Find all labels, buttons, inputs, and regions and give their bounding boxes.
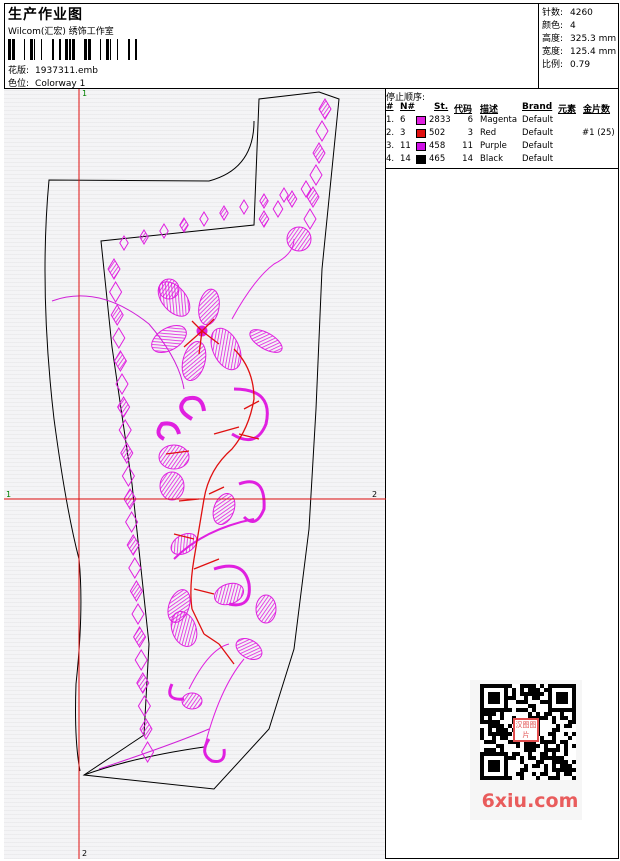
diamond-border-left [107, 258, 155, 763]
color-swatch [416, 155, 426, 164]
diamond-border-right [303, 98, 332, 230]
row-brand: Default [522, 128, 554, 138]
row-needle: 11 [400, 141, 411, 151]
stat-colors: 颜色: 4 [542, 21, 576, 31]
row-brand: Default [522, 154, 554, 164]
stats-panel: 针数: 4260 颜色: 4 高度: 325.3 mm 宽度: 125.4 mm 比例:… [539, 3, 619, 89]
color-swatch [416, 129, 426, 138]
embroidery-canvas: 1 2 1 2 [4, 89, 386, 859]
h-axis-label-left: 1 [6, 490, 11, 499]
design-file-line: 花版: 1937311.emb [8, 66, 99, 76]
barcode-icon [8, 39, 137, 60]
row-code: 14 [462, 154, 473, 164]
row-needle: 3 [400, 128, 406, 138]
row-index: 2. [386, 128, 395, 138]
row-stitches: 2833 [429, 115, 451, 125]
design-file: 1937311.emb [35, 66, 99, 76]
col-element: 元素 [558, 105, 577, 115]
stop-sequence-header: # N# St. 代码 描述 Brand 元素 金片数 [386, 102, 619, 115]
color-swatch [416, 142, 426, 151]
col-brand: Brand [522, 102, 553, 112]
row-desc: Magenta [480, 115, 518, 125]
stat-scale: 比例: 0.79 [542, 60, 591, 70]
stat-width: 宽度: 125.4 mm [542, 47, 617, 57]
color-swatch [416, 116, 426, 125]
col-stitches: St. [434, 102, 449, 112]
row-stitches: 458 [429, 141, 446, 151]
row-stitches: 465 [429, 154, 446, 164]
bottom-contour [83, 746, 205, 776]
table-row: 1. 6 2833 6 Magenta Default [386, 115, 619, 127]
col-code: 代码 [454, 105, 473, 115]
row-sequin: #1 (25) [582, 128, 615, 138]
diamond-border-top [119, 180, 312, 251]
colorway: Colorway 1 [35, 79, 86, 89]
company-name: Wilcom(汇宏) 绣饰工作室 [8, 27, 114, 37]
stat-stitches: 针数: 4260 [542, 8, 593, 18]
table-row: 4. 14 465 14 Black Default [386, 154, 619, 166]
v-axis-label-top: 1 [82, 89, 87, 98]
page-title: 生产作业图 [8, 7, 83, 23]
watermark-text: 6xiu.com [481, 790, 579, 812]
embroidery-preview: 1 2 1 2 [4, 89, 386, 859]
col-index: # [386, 102, 394, 112]
row-desc: Black [480, 154, 503, 164]
col-needle: N# [400, 102, 416, 112]
col-desc: 描述 [480, 105, 499, 115]
v-axis-label-bottom: 2 [82, 849, 87, 858]
row-index: 1. [386, 115, 395, 125]
row-code: 3 [467, 128, 473, 138]
row-code: 11 [462, 141, 473, 151]
row-desc: Purple [480, 141, 507, 151]
row-needle: 6 [400, 115, 406, 125]
col-sequin: 金片数 [583, 105, 611, 115]
row-code: 6 [467, 115, 473, 125]
row-brand: Default [522, 141, 554, 151]
table-row: 3. 11 458 11 Purple Default [386, 141, 619, 153]
floral-motif [151, 226, 312, 763]
stat-height: 高度: 325.3 mm [542, 34, 617, 44]
colorway-line: 色位: Colorway 1 [8, 79, 86, 89]
table-row: 2. 3 502 3 Red Default #1 (25) [386, 128, 619, 140]
row-index: 4. [386, 154, 395, 164]
row-brand: Default [522, 115, 554, 125]
seal-logo: 汉图图片 [513, 718, 539, 742]
row-needle: 14 [400, 154, 411, 164]
h-axis-label-right: 2 [372, 490, 377, 499]
stop-sequence-panel: 停止顺序: # N# St. 代码 描述 Brand 元素 金片数 1. 6 283… [386, 89, 619, 169]
row-stitches: 502 [429, 128, 446, 138]
row-desc: Red [480, 128, 497, 138]
header-info: 生产作业图 Wilcom(汇宏) 绣饰工作室 花版: 1937311.emb 色位… [4, 3, 539, 89]
panel-outline [82, 91, 340, 790]
row-index: 3. [386, 141, 395, 151]
